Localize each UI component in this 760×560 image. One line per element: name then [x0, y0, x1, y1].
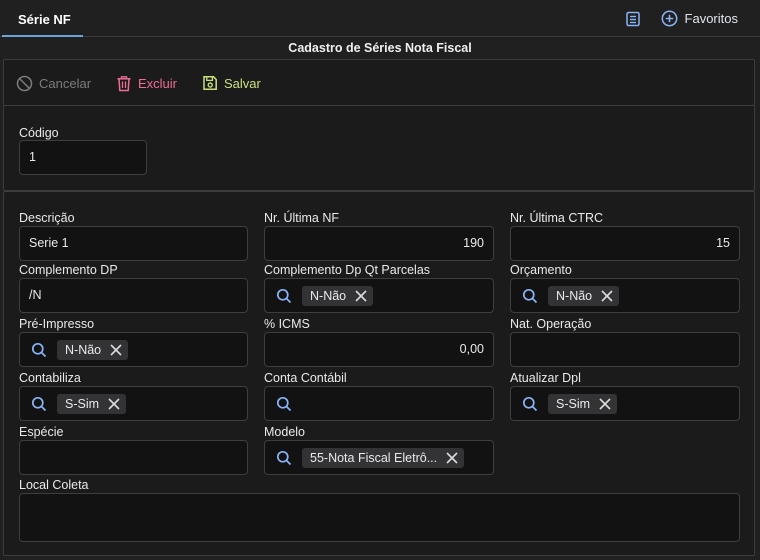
trash-icon: [117, 76, 131, 92]
contabiliza-label: Contabiliza: [19, 371, 81, 385]
nat-operacao-field[interactable]: [510, 332, 740, 367]
local-coleta-field[interactable]: [19, 493, 740, 542]
descricao-label: Descrição: [19, 211, 75, 225]
save-label: Salvar: [224, 75, 261, 91]
search-icon[interactable]: [522, 288, 538, 304]
chip-label: N-Não: [310, 289, 347, 303]
cancel-button[interactable]: Cancelar: [16, 75, 91, 92]
chip-label: N-Não: [65, 343, 102, 357]
close-icon[interactable]: [601, 290, 613, 302]
favorites-button[interactable]: Favoritos: [661, 10, 738, 27]
nr-ultima-ctrc-field[interactable]: 15: [510, 226, 740, 261]
search-icon[interactable]: [522, 396, 538, 412]
pre-impresso-lookup[interactable]: N-Não: [19, 332, 248, 367]
atualizar-dpl-label: Atualizar Dpl: [510, 371, 581, 385]
selected-chip: 55-Nota Fiscal Eletrô...: [302, 448, 465, 468]
delete-label: Excluir: [138, 76, 178, 91]
list-icon[interactable]: [625, 11, 641, 27]
complemento-dp-value: /N: [29, 288, 42, 302]
search-icon[interactable]: [276, 396, 292, 412]
descricao-field[interactable]: Serie 1: [19, 226, 248, 261]
nr-ultima-ctrc-value: 15: [716, 236, 730, 250]
especie-label: Espécie: [19, 425, 64, 439]
close-icon[interactable]: [446, 452, 458, 464]
selected-chip: N-Não: [548, 286, 620, 306]
search-icon[interactable]: [276, 288, 292, 304]
conta-contabil-label: Conta Contábil: [264, 371, 347, 385]
orcamento-lookup[interactable]: N-Não: [510, 278, 740, 313]
codigo-label: Código: [19, 126, 59, 140]
top-bar: Série NF Favoritos: [0, 0, 760, 37]
search-icon[interactable]: [31, 342, 47, 358]
selected-chip: N-Não: [57, 340, 129, 360]
complemento-dp-qt-lookup[interactable]: N-Não: [264, 278, 494, 313]
especie-field[interactable]: [19, 440, 248, 475]
chip-label: S-Sim: [556, 397, 591, 411]
conta-contabil-lookup[interactable]: [264, 386, 494, 421]
chip-label: 55-Nota Fiscal Eletrô...: [310, 451, 438, 465]
complemento-dp-field[interactable]: /N: [19, 278, 248, 313]
icms-value: 0,00: [459, 342, 484, 356]
contabiliza-lookup[interactable]: S-Sim: [19, 386, 248, 421]
codigo-value: 1: [29, 150, 36, 164]
top-actions: Favoritos: [625, 10, 738, 27]
favorites-label: Favoritos: [684, 11, 738, 26]
cancel-icon: [16, 75, 33, 92]
orcamento-label: Orçamento: [510, 263, 572, 277]
page-title: Cadastro de Séries Nota Fiscal: [288, 41, 472, 55]
delete-button[interactable]: Excluir: [116, 75, 177, 92]
codigo-panel: Código 1: [3, 105, 755, 191]
complemento-dp-label: Complemento DP: [19, 263, 118, 277]
selected-chip: S-Sim: [57, 394, 127, 414]
close-icon[interactable]: [108, 398, 120, 410]
tab-serie-nf[interactable]: Série NF: [2, 0, 83, 37]
nr-ultima-ctrc-label: Nr. Última CTRC: [510, 211, 604, 225]
search-icon[interactable]: [276, 450, 292, 466]
close-icon[interactable]: [599, 398, 611, 410]
nr-ultima-nf-value: 190: [463, 236, 484, 250]
icms-field[interactable]: 0,00: [264, 332, 494, 367]
chip-label: S-Sim: [65, 397, 100, 411]
plus-circle-icon: [661, 10, 677, 27]
modelo-label: Modelo: [264, 425, 305, 439]
close-icon[interactable]: [355, 290, 367, 302]
cancel-label: Cancelar: [39, 76, 92, 91]
nr-ultima-nf-label: Nr. Última NF: [264, 211, 339, 225]
action-toolbar: Cancelar Excluir Salvar: [3, 59, 755, 106]
pre-impresso-label: Pré-Impresso: [19, 317, 95, 331]
local-coleta-label: Local Coleta: [19, 478, 89, 492]
nr-ultima-nf-field[interactable]: 190: [264, 226, 494, 261]
codigo-field[interactable]: 1: [19, 140, 147, 175]
complemento-dp-qt-label: Complemento Dp Qt Parcelas: [264, 263, 431, 277]
icms-label: % ICMS: [264, 317, 310, 331]
close-icon[interactable]: [110, 344, 122, 356]
save-button[interactable]: Salvar: [202, 75, 261, 91]
nat-operacao-label: Nat. Operação: [510, 317, 592, 331]
atualizar-dpl-lookup[interactable]: S-Sim: [510, 386, 740, 421]
save-icon: [203, 76, 217, 90]
selected-chip: S-Sim: [548, 394, 618, 414]
descricao-value: Serie 1: [29, 236, 69, 250]
main-form-panel: Descrição Serie 1 Nr. Última NF 190 Nr. …: [3, 191, 755, 556]
selected-chip: N-Não: [302, 286, 374, 306]
modelo-lookup[interactable]: 55-Nota Fiscal Eletrô...: [264, 440, 494, 475]
chip-label: N-Não: [556, 289, 593, 303]
search-icon[interactable]: [31, 396, 47, 412]
